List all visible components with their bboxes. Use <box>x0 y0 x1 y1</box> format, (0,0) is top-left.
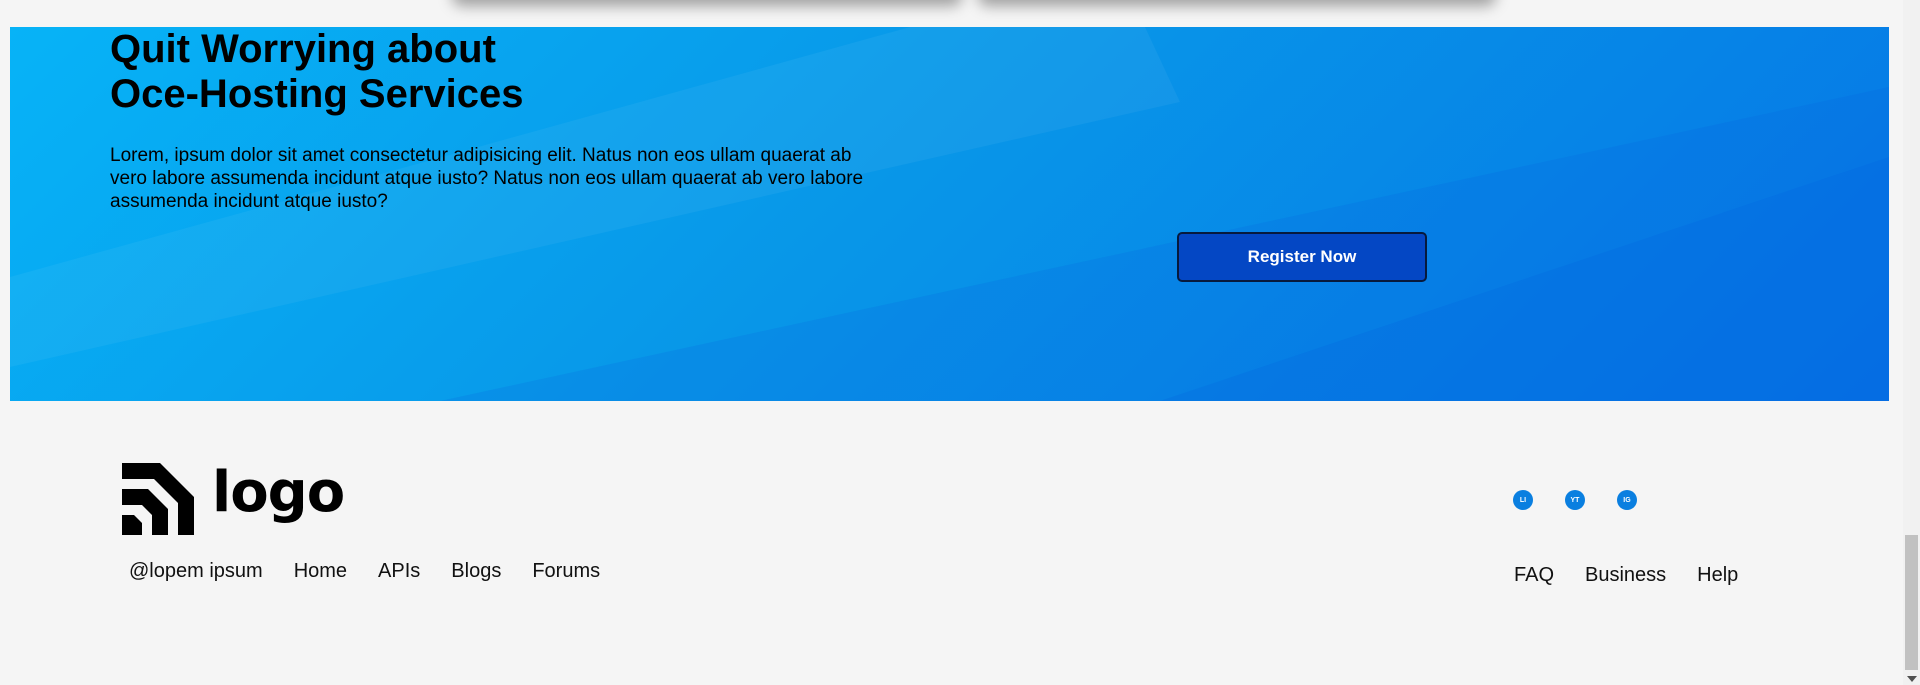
footer-copyright-link[interactable]: @lopem ipsum <box>129 560 263 583</box>
logo-icon <box>122 463 194 535</box>
register-now-button[interactable]: Register Now <box>1177 232 1427 282</box>
footer-link-business[interactable]: Business <box>1585 564 1666 587</box>
social-links: LI YT IG <box>1513 490 1669 510</box>
linkedin-icon[interactable]: LI <box>1513 490 1533 510</box>
page: Quit Worrying about Oce-Hosting Services… <box>0 0 1920 685</box>
instagram-icon[interactable]: IG <box>1617 490 1637 510</box>
footer-right-nav: FAQ Business Help <box>1514 564 1769 587</box>
banner-title-line: Oce-Hosting Services <box>110 72 524 116</box>
footer-link-help[interactable]: Help <box>1697 564 1738 587</box>
footer-link-faq[interactable]: FAQ <box>1514 564 1554 587</box>
banner-title: Quit Worrying about Oce-Hosting Services <box>110 27 630 117</box>
footer-link-home[interactable]: Home <box>294 560 347 583</box>
scroll-down-arrow-icon[interactable] <box>1907 676 1917 682</box>
vertical-scrollbar[interactable] <box>1903 0 1920 685</box>
footer-logo[interactable]: logo <box>122 460 345 535</box>
footer-link-apis[interactable]: APIs <box>378 560 420 583</box>
footer-left-nav: @lopem ipsum Home APIs Blogs Forums <box>129 560 631 583</box>
cta-banner: Quit Worrying about Oce-Hosting Services… <box>10 27 1889 401</box>
banner-title-line: Quit Worrying about <box>110 27 496 71</box>
footer-link-forums[interactable]: Forums <box>532 560 600 583</box>
footer-link-blogs[interactable]: Blogs <box>451 560 501 583</box>
youtube-icon[interactable]: YT <box>1565 490 1585 510</box>
scrollbar-thumb[interactable] <box>1905 535 1918 670</box>
banner-description: Lorem, ipsum dolor sit amet consectetur … <box>110 145 864 212</box>
logo-text: logo <box>212 460 345 525</box>
